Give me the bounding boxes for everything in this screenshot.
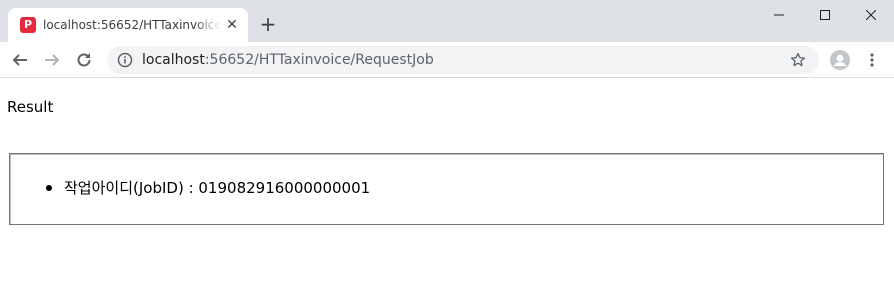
reload-icon (77, 53, 91, 67)
bullet-icon (46, 185, 52, 191)
url-text[interactable]: localhost:56652/HTTaxinvoice/RequestJob (142, 52, 434, 68)
menu-button[interactable] (860, 48, 884, 72)
back-arrow-icon (12, 54, 27, 66)
browser-toolbar: localhost:56652/HTTaxinvoice/RequestJob (0, 42, 894, 78)
reload-button[interactable] (72, 48, 96, 72)
close-icon (866, 10, 876, 20)
minimize-icon (774, 14, 784, 16)
profile-icon (830, 50, 850, 70)
minimize-button[interactable] (756, 0, 802, 30)
forward-arrow-icon (45, 54, 60, 66)
close-window-button[interactable] (848, 0, 894, 30)
tab-close-icon[interactable]: ✕ (224, 17, 240, 33)
star-icon[interactable] (790, 52, 806, 68)
back-button[interactable] (8, 48, 32, 72)
info-icon[interactable] (117, 52, 133, 68)
job-id-text: 작업아이디(JobID) : 019082916000000001 (64, 179, 371, 197)
page-content: Result 작업아이디(JobID) : 019082916000000001 (0, 79, 894, 303)
tab-strip: P localhost:56652/HTTaxinvoice/RequestJo… (0, 0, 894, 42)
result-fieldset: 작업아이디(JobID) : 019082916000000001 (9, 153, 884, 225)
maximize-button[interactable] (802, 0, 848, 30)
page-title: Result (7, 98, 54, 116)
new-tab-button[interactable]: + (256, 13, 280, 37)
url-path: :56652/HTTaxinvoice/RequestJob (204, 52, 434, 68)
browser-tab[interactable]: P localhost:56652/HTTaxinvoice/RequestJo… (8, 8, 248, 42)
forward-button[interactable] (40, 48, 64, 72)
browser-window: P localhost:56652/HTTaxinvoice/RequestJo… (0, 0, 894, 303)
result-list: 작업아이디(JobID) : 019082916000000001 (46, 178, 370, 198)
favicon-icon: P (20, 17, 36, 33)
tab-title: localhost:56652/HTTaxinvoice/RequestJob (43, 18, 221, 32)
kebab-menu-icon (870, 53, 874, 67)
address-bar[interactable]: localhost:56652/HTTaxinvoice/RequestJob (107, 46, 819, 74)
url-host: localhost (142, 52, 205, 68)
maximize-icon (820, 10, 830, 20)
list-item: 작업아이디(JobID) : 019082916000000001 (46, 178, 370, 198)
profile-button[interactable] (828, 48, 852, 72)
